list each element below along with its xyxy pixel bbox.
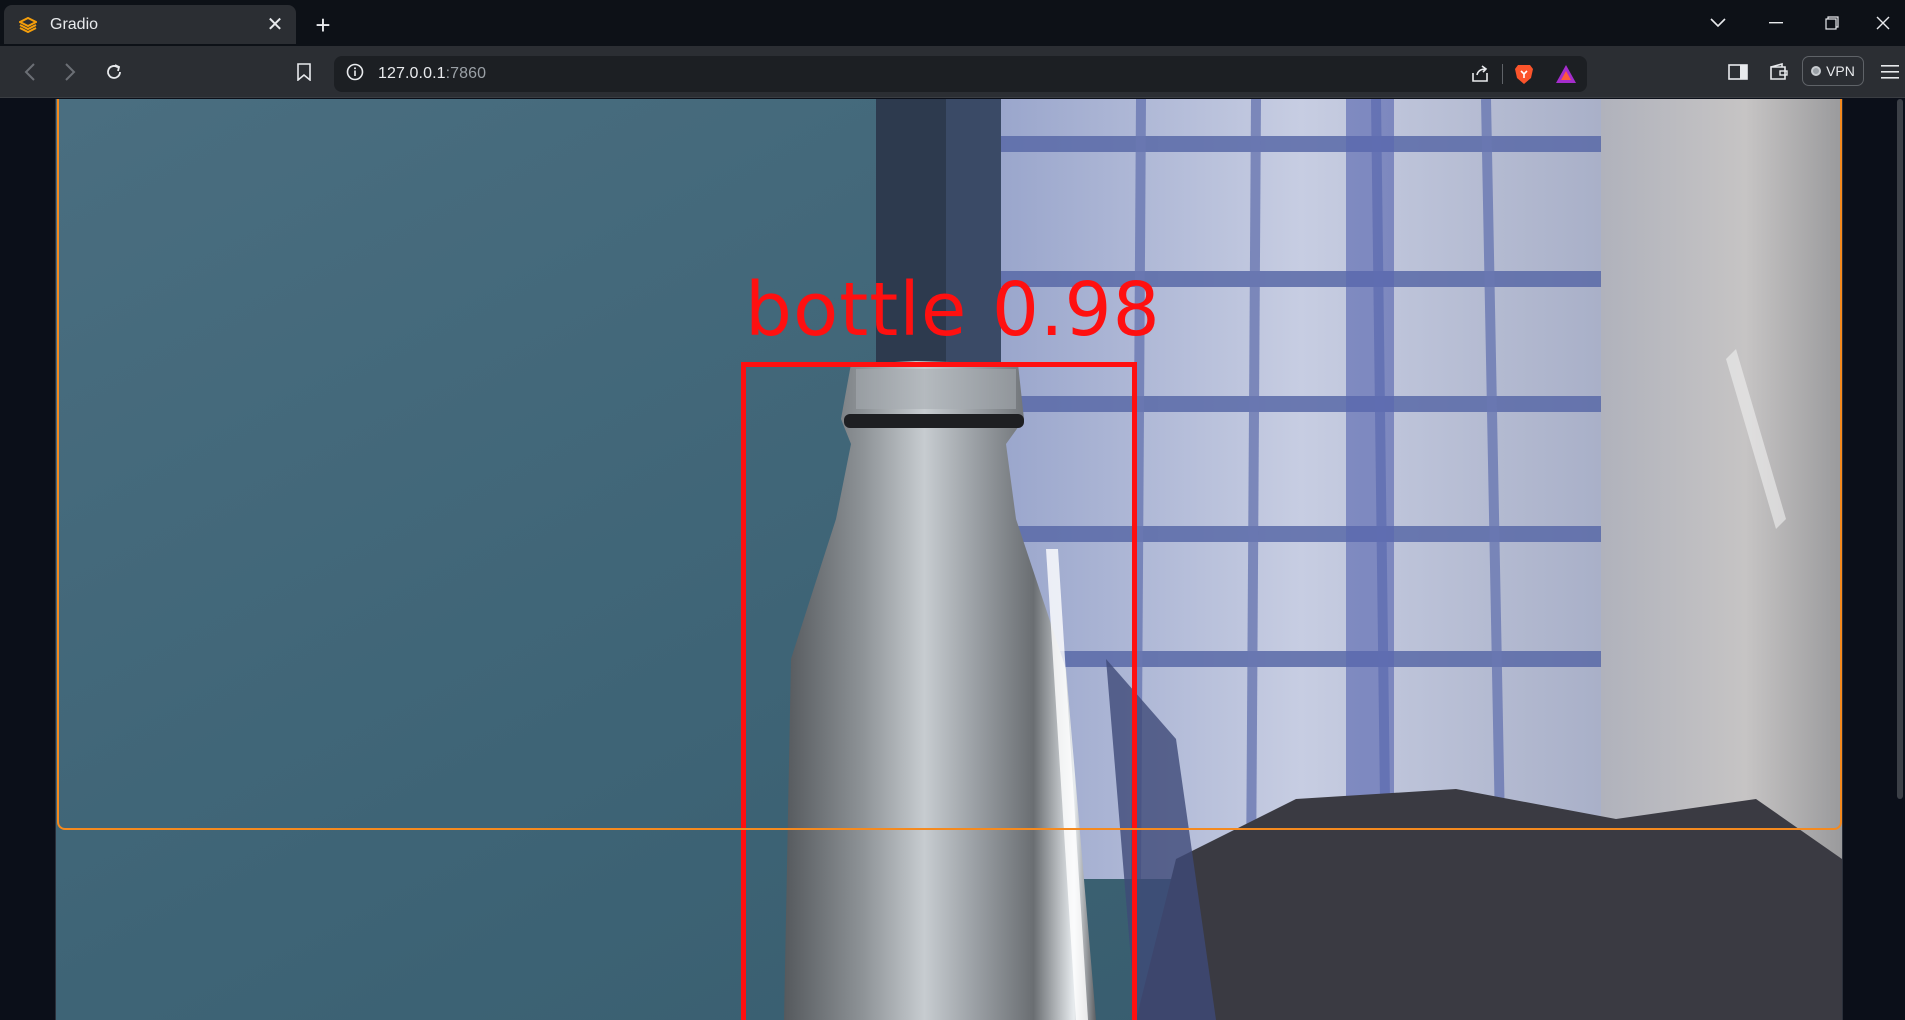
- vpn-status-icon: [1811, 66, 1822, 76]
- tab-strip: Gradio ✕ +: [0, 0, 1905, 46]
- tab-close-icon[interactable]: ✕: [264, 14, 286, 36]
- url-host: 127.0.0.1: [378, 65, 446, 82]
- browser-tab[interactable]: Gradio ✕: [4, 5, 296, 44]
- restore-icon[interactable]: [1804, 0, 1860, 46]
- minimize-icon[interactable]: [1748, 0, 1804, 46]
- detection-bounding-box: [741, 362, 1137, 1020]
- tab-search-icon[interactable]: [1690, 0, 1746, 46]
- back-icon[interactable]: [15, 57, 45, 87]
- browser-toolbar: 127.0.0.1:7860 VPN: [0, 46, 1905, 98]
- detection-label: bottle 0.98: [745, 267, 1161, 353]
- vpn-button[interactable]: VPN: [1802, 56, 1864, 86]
- share-icon[interactable]: [1458, 64, 1502, 84]
- bookmark-icon[interactable]: [289, 57, 319, 87]
- page-scrollbar[interactable]: [1895, 99, 1905, 799]
- forward-icon[interactable]: [55, 57, 85, 87]
- menu-icon[interactable]: [1875, 57, 1905, 87]
- page-viewport: bottle 0.98: [0, 99, 1905, 1020]
- brave-shield-icon[interactable]: [1503, 63, 1545, 85]
- address-bar[interactable]: 127.0.0.1:7860: [334, 56, 1587, 92]
- url-text[interactable]: 127.0.0.1:7860: [378, 65, 486, 83]
- brave-rewards-icon[interactable]: [1545, 64, 1587, 84]
- info-icon[interactable]: [346, 63, 364, 86]
- scrollbar-thumb[interactable]: [1897, 99, 1903, 799]
- vpn-label: VPN: [1826, 63, 1855, 79]
- reload-icon[interactable]: [99, 57, 129, 87]
- gradio-logo-icon: [18, 15, 38, 35]
- panel-border-right: [1842, 99, 1843, 1020]
- window-close-icon[interactable]: [1860, 0, 1905, 46]
- sidebar-icon[interactable]: [1723, 57, 1753, 87]
- tab-title: Gradio: [50, 15, 99, 33]
- wallet-icon[interactable]: [1764, 57, 1794, 87]
- url-port: :7860: [445, 65, 487, 82]
- new-tab-button[interactable]: +: [308, 10, 338, 40]
